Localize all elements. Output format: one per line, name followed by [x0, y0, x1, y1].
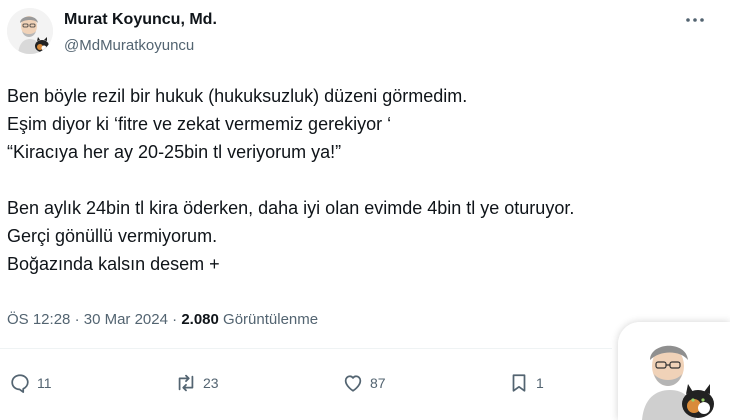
like-button[interactable]: 87: [342, 371, 386, 395]
tweet-text: Ben böyle rezil bir hukuk (hukuksuzluk) …: [7, 82, 722, 278]
bookmark-icon: [512, 374, 526, 392]
avatar[interactable]: [7, 8, 53, 54]
divider: [0, 348, 612, 349]
floating-avatar-preview[interactable]: [618, 322, 730, 420]
floating-avatar-illustration: [618, 322, 730, 420]
tweet-line: Eşim diyor ki ‘fitre ve zekat vermemiz g…: [7, 114, 392, 134]
tweet-line: Ben böyle rezil bir hukuk (hukuksuzluk) …: [7, 86, 468, 106]
more-icon: [686, 18, 704, 22]
retweet-icon: [178, 374, 194, 392]
bookmark-button[interactable]: 1: [508, 371, 544, 395]
meta-separator: ·: [74, 311, 80, 328]
tweet-line: “Kiracıya her ay 20-25bin tl veriyorum y…: [7, 142, 342, 162]
views-count: 2.080: [181, 311, 219, 328]
tweet-date[interactable]: 30 Mar 2024: [84, 311, 168, 328]
author-handle[interactable]: @MdMuratkoyuncu: [64, 37, 194, 54]
tweet-line: Boğazında kalsın desem +: [7, 254, 220, 274]
author-name[interactable]: Murat Koyuncu, Md.: [64, 11, 217, 29]
tweet-line: Ben aylık 24bin tl kira öderken, daha iy…: [7, 198, 575, 218]
like-count: 87: [370, 375, 386, 391]
reply-count: 11: [37, 375, 52, 391]
reply-button[interactable]: 11: [9, 371, 52, 395]
views-label: Görüntülenme: [223, 311, 319, 328]
tweet-line: [7, 166, 722, 194]
tweet-meta: ÖS 12:28 · 30 Mar 2024 · 2.080 Görüntüle…: [7, 311, 318, 328]
retweet-button[interactable]: 23: [175, 371, 219, 395]
more-button[interactable]: [682, 10, 708, 30]
retweet-count: 23: [203, 375, 219, 391]
meta-separator: ·: [172, 311, 178, 328]
avatar-illustration: [7, 8, 53, 54]
bookmark-count: 1: [536, 375, 544, 391]
tweet-time[interactable]: ÖS 12:28: [7, 311, 70, 328]
reply-icon: [11, 374, 29, 393]
tweet-line: Gerçi gönüllü vermiyorum.: [7, 226, 218, 246]
like-icon: [344, 375, 362, 392]
